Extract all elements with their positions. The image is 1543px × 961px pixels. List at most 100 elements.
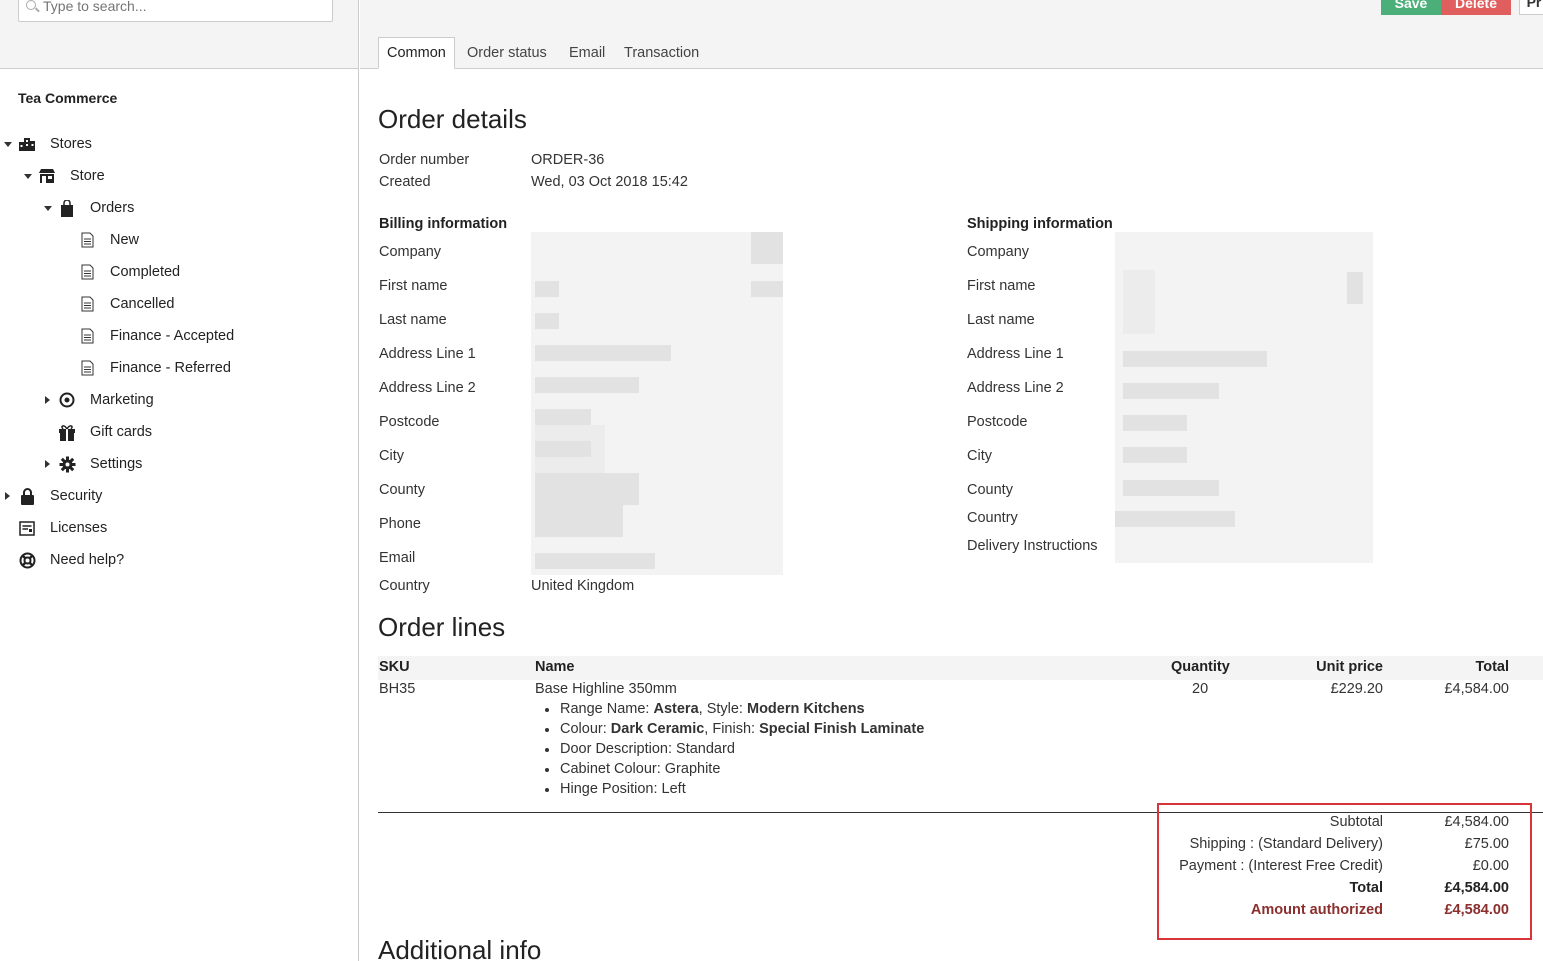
caret-right-icon[interactable] <box>45 396 50 404</box>
list-item: Range Name: Astera, Style: Modern Kitche… <box>545 701 865 717</box>
redacted-block <box>1347 272 1363 304</box>
billing-field-label: City <box>379 448 404 464</box>
billing-field-label: Email <box>379 550 416 566</box>
billing-field-label: Company <box>379 244 442 260</box>
tab-common[interactable]: Common <box>378 37 455 69</box>
tab-email[interactable]: Email <box>561 37 613 68</box>
redacted-block <box>535 409 591 425</box>
caret-down-icon[interactable] <box>4 142 12 147</box>
billing-field-label: County <box>379 482 425 498</box>
document-icon <box>78 295 96 313</box>
tree-item-label: Completed <box>110 264 181 280</box>
sidebar: Tea Commerce Stores Store Orders New <box>0 0 359 961</box>
document-icon <box>78 263 96 281</box>
shipping-field-label: Postcode <box>967 414 1028 430</box>
tree-item-label: Stores <box>50 136 92 152</box>
shipping-field-label: Address Line 2 <box>967 380 1064 396</box>
tree-item-label: New <box>110 232 140 248</box>
document-icon <box>78 327 96 345</box>
caret-down-icon[interactable] <box>44 206 52 211</box>
sidebar-header <box>0 0 358 69</box>
tree-item-label: Finance - Referred <box>110 360 231 376</box>
list-item: Cabinet Colour: Graphite <box>544 761 721 777</box>
row-sku: BH35 <box>379 681 416 697</box>
redacted-block <box>535 505 623 537</box>
target-icon <box>58 391 76 409</box>
tree-item-label: Store <box>70 168 105 184</box>
more-button[interactable]: Pr <box>1519 0 1543 15</box>
tree-item-label: Orders <box>90 200 135 216</box>
search-input[interactable] <box>43 0 323 14</box>
billing-field-label: Address Line 2 <box>379 380 476 396</box>
redacted-block <box>1123 270 1155 334</box>
store-icon <box>38 167 56 185</box>
tree-title: Tea Commerce <box>18 90 118 106</box>
redacted-block <box>1123 383 1219 399</box>
search-box[interactable] <box>18 0 333 22</box>
shipping-field-label: Address Line 1 <box>967 346 1064 362</box>
billing-field-label: Phone <box>379 516 421 532</box>
tree-item-label: Settings <box>90 456 143 472</box>
tree-item-label: Gift cards <box>90 424 153 440</box>
tree-item-label: Cancelled <box>110 296 175 312</box>
billing-field-label: Postcode <box>379 414 440 430</box>
caret-down-icon[interactable] <box>24 174 32 179</box>
shipping-field-label: City <box>967 448 992 464</box>
billing-field-label: Country <box>379 578 430 594</box>
column-header-quantity: Quantity <box>1171 659 1230 675</box>
search-icon <box>26 0 36 10</box>
redacted-block <box>1123 351 1267 367</box>
tab-order-status[interactable]: Order status <box>459 37 555 68</box>
order-lines-title: Order lines <box>378 612 506 642</box>
list-item: Door Description: Standard <box>545 741 735 757</box>
redacted-block <box>535 473 639 505</box>
gift-icon <box>58 423 76 441</box>
redacted-block <box>535 281 559 297</box>
redacted-block <box>1123 480 1219 496</box>
tree-item-label: Marketing <box>90 392 154 408</box>
created-label: Created <box>379 174 431 190</box>
redacted-block <box>751 281 783 297</box>
license-icon <box>18 519 36 537</box>
lifebuoy-icon <box>18 551 36 569</box>
redacted-block <box>751 232 783 264</box>
lock-icon <box>18 487 36 505</box>
redacted-block <box>535 313 559 329</box>
redacted-block <box>535 377 639 393</box>
order-number-label: Order number <box>379 152 470 168</box>
row-unit-price: £229.20 <box>1330 681 1383 697</box>
shipping-field-label: County <box>967 482 1013 498</box>
shipping-field-label: Last name <box>967 312 1035 328</box>
redacted-block <box>1123 447 1187 463</box>
billing-field-label: Address Line 1 <box>379 346 476 362</box>
tree-item-label: Finance - Accepted <box>110 328 235 344</box>
billing-field-label: First name <box>379 278 448 294</box>
tree-item-label: Need help? <box>50 552 125 568</box>
delete-button[interactable]: Delete <box>1441 0 1511 15</box>
redacted-block <box>1115 511 1235 527</box>
list-item: Hinge Position: Left <box>545 781 686 797</box>
tree-item-label: Licenses <box>50 520 108 536</box>
gear-icon <box>58 455 76 473</box>
column-header-sku: SKU <box>379 659 410 675</box>
caret-right-icon[interactable] <box>45 460 50 468</box>
column-header-total: Total <box>1475 659 1509 675</box>
order-number-value: ORDER-36 <box>531 152 605 168</box>
document-icon <box>78 359 96 377</box>
redacted-block <box>535 441 591 457</box>
shipping-field-label: Delivery Instructions <box>967 538 1098 554</box>
additional-info-title: Additional info <box>378 935 542 961</box>
redacted-block <box>535 345 671 361</box>
shopping-bag-icon <box>58 199 76 217</box>
totals-highlight-frame <box>1157 803 1532 940</box>
shipping-field-label: First name <box>967 278 1036 294</box>
redacted-block <box>1123 415 1187 431</box>
billing-title: Billing information <box>379 216 508 232</box>
billing-country-value: United Kingdom <box>531 578 635 594</box>
caret-right-icon[interactable] <box>5 492 10 500</box>
tab-transaction[interactable]: Transaction <box>616 37 707 68</box>
save-button[interactable]: Save <box>1381 0 1441 15</box>
stores-icon <box>18 135 36 153</box>
row-name: Base Highline 350mm <box>535 681 677 697</box>
shipping-field-label: Country <box>967 510 1018 526</box>
